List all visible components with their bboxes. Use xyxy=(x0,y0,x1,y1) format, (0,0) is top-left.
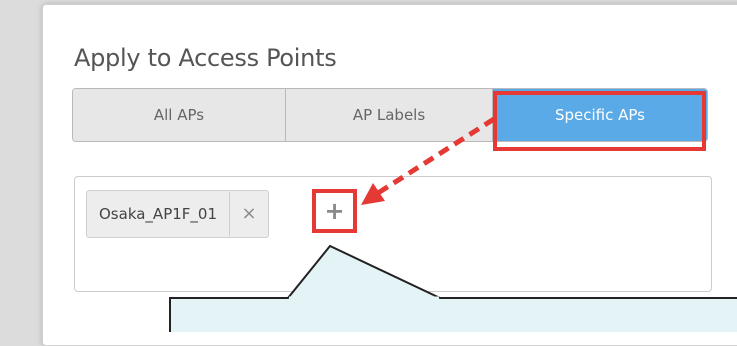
annotation-callout xyxy=(169,244,737,332)
